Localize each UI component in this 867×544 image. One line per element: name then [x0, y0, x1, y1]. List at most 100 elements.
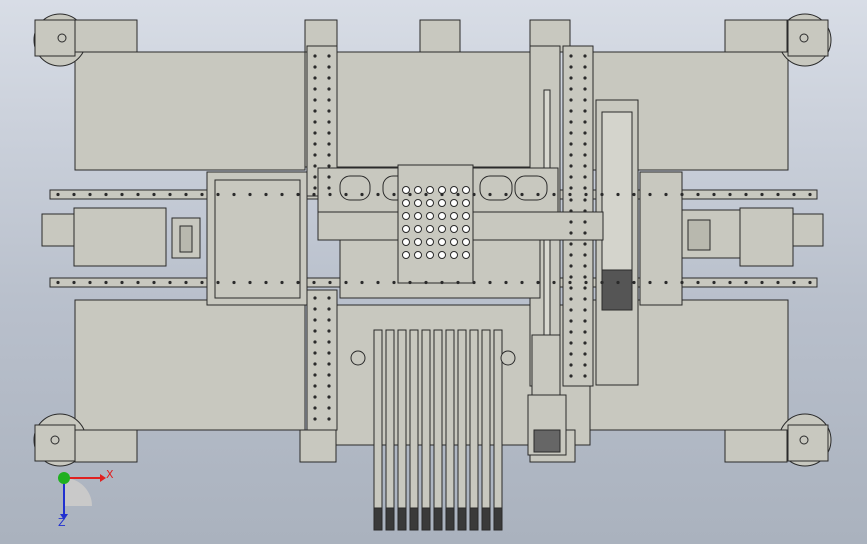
bolt-hole	[248, 192, 252, 197]
bolt-hole	[360, 192, 364, 197]
nozzle	[450, 199, 458, 207]
bolt-hole	[583, 264, 587, 268]
bolt-hole	[313, 362, 317, 366]
bolt-hole	[296, 280, 300, 285]
bolt-hole	[313, 395, 317, 399]
bolt-hole	[327, 164, 331, 168]
bolt-hole	[216, 192, 220, 197]
bolt-hole	[583, 175, 587, 179]
bolt-hole	[327, 98, 331, 102]
bolt-hole	[313, 65, 317, 69]
bolt-hole	[327, 87, 331, 91]
bolt-hole	[744, 280, 748, 285]
bolt-hole	[569, 209, 573, 213]
bolt-hole	[327, 373, 331, 377]
bolt-hole	[327, 296, 331, 300]
nozzle	[414, 212, 422, 220]
bolt-hole	[536, 192, 540, 197]
bolt-hole	[136, 280, 140, 285]
bolt-hole	[376, 192, 380, 197]
bolt-hole	[392, 280, 396, 285]
bolt-hole	[168, 192, 172, 197]
bolt-hole	[583, 275, 587, 279]
bolt-hole	[569, 297, 573, 301]
feeder-lane	[481, 329, 491, 531]
bolt-hole	[327, 329, 331, 333]
cad-viewport[interactable]	[0, 0, 867, 544]
bolt-hole	[569, 363, 573, 367]
bolt-hole	[152, 192, 156, 197]
bolt-hole	[520, 280, 524, 285]
bolt-hole	[472, 192, 476, 197]
bolt-hole	[327, 384, 331, 388]
bolt-hole	[728, 192, 732, 197]
bolt-hole	[327, 131, 331, 135]
bolt-hole	[216, 280, 220, 285]
bolt-hole	[440, 192, 444, 197]
bolt-hole	[583, 186, 587, 190]
bolt-hole	[569, 142, 573, 146]
bolt-hole	[583, 341, 587, 345]
bolt-hole	[569, 308, 573, 312]
bolt-hole	[569, 374, 573, 378]
bolt-hole	[327, 351, 331, 355]
bolt-hole	[327, 307, 331, 311]
bolt-hole	[327, 109, 331, 113]
bolt-hole	[327, 395, 331, 399]
bolt-hole	[712, 280, 716, 285]
bolt-hole	[327, 417, 331, 421]
bolt-hole	[583, 363, 587, 367]
bracket-bottom-4	[724, 429, 788, 463]
nozzle	[462, 212, 470, 220]
bolt-hole	[583, 352, 587, 356]
feeder-lane	[397, 329, 407, 531]
nozzle	[438, 251, 446, 259]
motor-left	[41, 207, 201, 267]
bolt-hole	[568, 280, 572, 285]
bolt-hole	[569, 352, 573, 356]
bolt-hole	[680, 280, 684, 285]
nozzle	[402, 212, 410, 220]
bolt-hole	[569, 87, 573, 91]
bolt-hole	[760, 280, 764, 285]
bolt-hole	[504, 280, 508, 285]
bolt-hole	[104, 192, 108, 197]
bracket-bottom-1	[74, 429, 138, 463]
bolt-hole	[327, 406, 331, 410]
bolt-hole	[569, 65, 573, 69]
nozzle	[426, 251, 434, 259]
bracket-top-5	[724, 19, 788, 53]
bolt-hole	[569, 175, 573, 179]
bolt-hole	[313, 186, 317, 190]
bolt-hole	[313, 54, 317, 58]
nozzle	[402, 251, 410, 259]
actuator-body	[531, 334, 561, 396]
bolt-hole	[600, 280, 604, 285]
bolt-hole	[136, 192, 140, 197]
nozzle	[462, 251, 470, 259]
bolt-hole	[583, 330, 587, 334]
bolt-hole	[569, 253, 573, 257]
bolt-hole	[327, 142, 331, 146]
bolt-hole	[583, 220, 587, 224]
bolt-hole	[583, 54, 587, 58]
bolt-hole	[583, 253, 587, 257]
nozzle	[426, 199, 434, 207]
bolt-hole	[313, 153, 317, 157]
bolt-hole	[712, 192, 716, 197]
bolt-hole	[583, 319, 587, 323]
bolt-hole	[583, 242, 587, 246]
bolt-hole	[104, 280, 108, 285]
bolt-hole	[56, 280, 60, 285]
bolt-hole	[280, 280, 284, 285]
bolt-hole	[313, 296, 317, 300]
bolt-hole	[313, 164, 317, 168]
z-axis-label: Z	[58, 516, 66, 529]
nozzle	[426, 225, 434, 233]
feeder-lane-tip	[385, 507, 395, 531]
feeder-lane	[421, 329, 431, 531]
bolt-hole	[327, 362, 331, 366]
bolt-hole	[600, 192, 604, 197]
feeder-lane-tip	[397, 507, 407, 531]
bolt-hole	[327, 120, 331, 124]
